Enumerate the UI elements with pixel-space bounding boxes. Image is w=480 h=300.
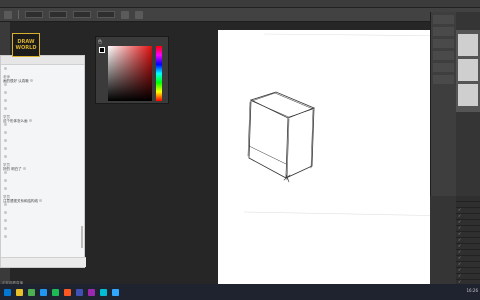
mode-field[interactable] xyxy=(49,11,67,18)
property-row[interactable] xyxy=(433,15,454,24)
emoji-icon xyxy=(4,187,7,190)
chat-message xyxy=(3,67,82,75)
chat-message xyxy=(3,91,82,99)
emoji-icon xyxy=(4,99,7,102)
emoji-icon xyxy=(4,179,7,182)
taskbar-app-icon[interactable] xyxy=(100,288,107,296)
taskbar-app-icon[interactable] xyxy=(52,288,59,296)
chat-message xyxy=(3,107,82,115)
taskbar-app-icon[interactable] xyxy=(112,288,119,296)
property-row[interactable] xyxy=(433,27,454,36)
chat-list: 老师 画的很好 认真哦 学员 这个形体怎么画 学员 好的 明白了 学员 注意透视关系和结构线 xyxy=(1,65,84,245)
chat-header xyxy=(1,56,84,65)
options-bar xyxy=(0,8,480,22)
chat-message xyxy=(3,139,82,147)
chat-message xyxy=(3,123,82,131)
emoji-icon xyxy=(4,227,7,230)
emoji-icon xyxy=(4,139,7,142)
property-row[interactable] xyxy=(433,63,454,72)
chat-message: 学员 这个形体怎么画 xyxy=(3,115,82,123)
emoji-icon xyxy=(4,123,7,126)
chat-message: 学员 注意透视关系和结构线 xyxy=(3,195,82,203)
layers-panel[interactable] xyxy=(456,196,480,284)
taskbar-app-icon[interactable] xyxy=(64,288,71,296)
emoji-icon xyxy=(4,83,7,86)
chat-message xyxy=(3,147,82,155)
flow-field[interactable] xyxy=(97,11,115,18)
opacity-field[interactable] xyxy=(73,11,91,18)
taskbar-app-icon[interactable] xyxy=(4,288,11,296)
emoji-icon xyxy=(28,119,32,122)
emoji-icon xyxy=(4,131,7,134)
menu-bar[interactable] xyxy=(0,0,480,8)
emoji-icon xyxy=(4,107,7,110)
chat-message: 学员 好的 明白了 xyxy=(3,163,82,171)
airbrush-icon[interactable] xyxy=(121,10,129,19)
emoji-icon xyxy=(39,199,42,202)
taskbar-app-icon[interactable] xyxy=(88,288,95,296)
chat-message xyxy=(3,171,82,179)
reference-image[interactable] xyxy=(458,34,478,56)
chat-message xyxy=(3,211,82,219)
properties-panel[interactable] xyxy=(430,12,456,196)
emoji-icon xyxy=(4,147,7,150)
chat-message xyxy=(3,179,82,187)
chat-input-bar[interactable] xyxy=(1,257,86,267)
reference-image[interactable] xyxy=(458,84,478,106)
emoji-icon xyxy=(4,235,7,238)
taskbar-app-icon[interactable] xyxy=(28,288,35,296)
draw-world-logo: DRAW WORLD xyxy=(12,33,40,57)
separator xyxy=(18,10,19,19)
chat-message xyxy=(3,83,82,91)
emoji-icon xyxy=(4,211,7,214)
layer-row[interactable] xyxy=(456,274,480,280)
chat-message xyxy=(3,187,82,195)
clock: 16:26 xyxy=(466,288,478,293)
emoji-icon xyxy=(4,155,7,158)
property-row[interactable] xyxy=(433,51,454,60)
color-picker-field[interactable] xyxy=(108,46,152,101)
emoji-icon xyxy=(4,219,7,222)
taskbar xyxy=(0,284,480,300)
emoji-icon xyxy=(22,167,26,170)
foreground-color-swatch[interactable] xyxy=(99,47,105,53)
chat-scrollbar[interactable] xyxy=(81,226,83,248)
chat-message xyxy=(3,155,82,163)
chat-message xyxy=(3,219,82,227)
brush-size-field[interactable] xyxy=(25,11,43,18)
taskbar-app-icon[interactable] xyxy=(16,288,23,296)
chat-message xyxy=(3,99,82,107)
taskbar-app-icon[interactable] xyxy=(76,288,83,296)
color-panel-tab[interactable]: 色 xyxy=(98,39,102,45)
live-chat-panel: 老师 画的很好 认真哦 学员 这个形体怎么画 学员 好的 明白了 学员 注意透视关系和结构线 xyxy=(0,55,86,268)
emoji-icon xyxy=(29,79,33,82)
reference-image[interactable] xyxy=(458,59,478,81)
drawing-canvas[interactable] xyxy=(218,30,456,284)
property-row[interactable] xyxy=(433,75,454,84)
cube-sketch xyxy=(243,33,456,217)
brush-tool-icon[interactable] xyxy=(4,10,12,19)
chat-message: 老师 画的很好 认真哦 xyxy=(3,75,82,83)
taskbar-app-icon[interactable] xyxy=(40,288,47,296)
emoji-icon xyxy=(4,203,7,206)
emoji-icon xyxy=(4,91,7,94)
chat-text: 注意透视关系和结构线 xyxy=(3,199,38,203)
emoji-icon xyxy=(4,171,7,174)
chat-message xyxy=(3,227,82,235)
chat-message xyxy=(3,131,82,139)
property-row[interactable] xyxy=(433,39,454,48)
chat-message xyxy=(3,235,82,243)
smoothing-icon[interactable] xyxy=(135,10,143,19)
emoji-icon xyxy=(4,67,7,70)
logo-text-line2: WORLD xyxy=(15,45,37,51)
hue-slider[interactable] xyxy=(156,46,162,101)
chat-message xyxy=(3,203,82,211)
color-panel[interactable]: 色 xyxy=(95,36,169,104)
